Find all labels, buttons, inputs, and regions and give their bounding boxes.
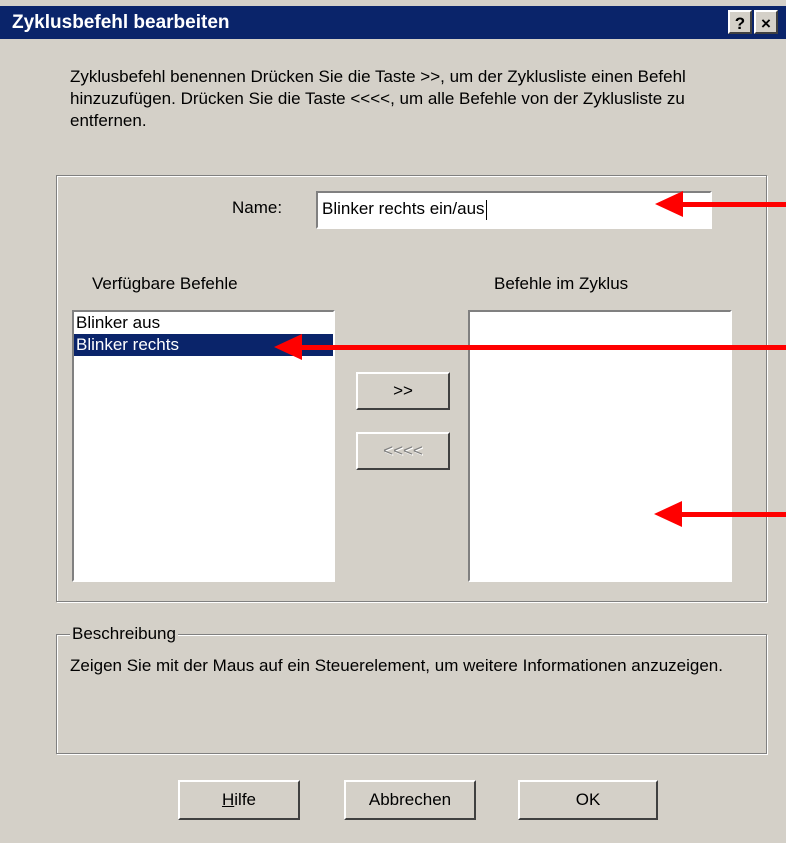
close-icon[interactable]: × <box>754 10 778 34</box>
instructions-text: Zyklusbefehl benennen Drücken Sie die Ta… <box>70 67 686 130</box>
help-mnemonic: H <box>221 790 235 809</box>
name-value: Blinker rechts ein/aus <box>322 199 485 218</box>
name-label: Name: <box>232 198 283 217</box>
help-button[interactable]: Hilfe <box>178 780 300 820</box>
help-icon[interactable]: ? <box>728 10 752 34</box>
help-label-rest: ilfe <box>234 790 256 809</box>
dialog-title: Zyklusbefehl bearbeiten <box>12 12 230 33</box>
annotation-arrow-name <box>680 202 786 207</box>
name-input[interactable]: Blinker rechts ein/aus <box>316 191 712 229</box>
cancel-button[interactable]: Abbrechen <box>344 780 476 820</box>
available-commands-label: Verfügbare Befehle <box>92 274 238 293</box>
remove-all-button[interactable]: <<<< <box>356 432 450 470</box>
description-text: Zeigen Sie mit der Maus auf ein Steuerel… <box>70 656 723 675</box>
list-item-blinker-aus[interactable]: Blinker aus <box>74 312 333 334</box>
description-group-frame <box>56 634 767 754</box>
annotation-arrow-available <box>300 345 786 350</box>
text-caret <box>485 199 487 220</box>
title-bar[interactable]: Zyklusbefehl bearbeiten ? × <box>0 6 786 39</box>
add-command-button[interactable]: >> <box>356 372 450 410</box>
cycle-commands-list[interactable] <box>468 310 732 582</box>
annotation-arrowhead-cycle <box>654 501 682 527</box>
ok-button[interactable]: OK <box>518 780 658 820</box>
description-legend: Beschreibung <box>70 624 178 644</box>
cycle-commands-label: Befehle im Zyklus <box>494 274 629 293</box>
annotation-arrow-cycle <box>680 512 786 517</box>
annotation-arrowhead-available <box>274 334 302 360</box>
cycle-command-dialog: Zyklusbefehl bearbeiten ? × Zyklusbefehl… <box>0 0 786 843</box>
annotation-arrowhead-name <box>655 191 683 217</box>
